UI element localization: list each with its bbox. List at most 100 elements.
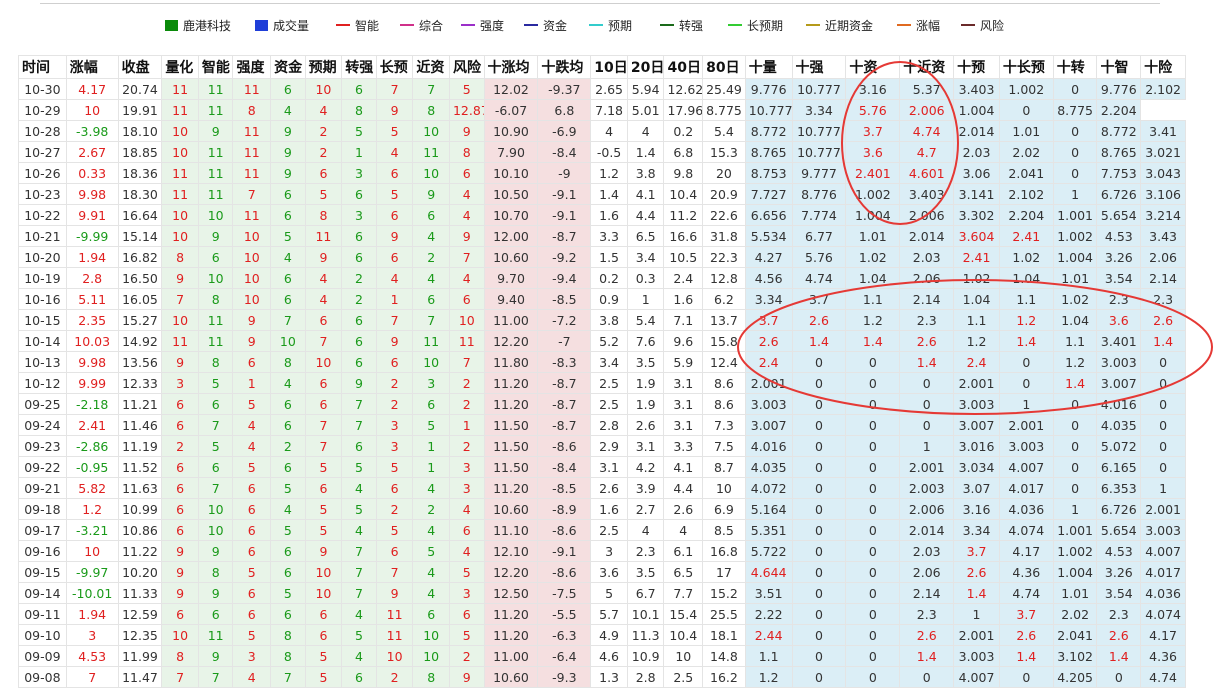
table-cell: 7.774: [791, 204, 847, 226]
column-header[interactable]: 预期: [304, 55, 343, 79]
table-row: 10-26 0.33 18.36 11 11 11 9 6 3 6 10 6 10.10 -9 1.2 3.8…: [18, 162, 1186, 184]
table-cell: 6: [161, 498, 199, 520]
table-cell: 2.102: [1140, 78, 1186, 100]
table-cell: 5: [412, 414, 450, 436]
legend-item[interactable]: 资金: [524, 14, 567, 36]
table-cell: 5: [232, 393, 272, 415]
table-cell: 9: [375, 330, 414, 352]
column-header[interactable]: 十预: [953, 55, 1000, 79]
column-header[interactable]: 十近资: [899, 55, 955, 79]
table-cell: 4: [375, 267, 414, 289]
column-header[interactable]: 长预: [375, 55, 414, 79]
legend-item[interactable]: 强度: [461, 14, 504, 36]
table-cell: 0: [791, 351, 847, 373]
table-cell: 12.02: [483, 78, 539, 100]
table-cell: 10: [412, 351, 450, 373]
table-cell: 3.43: [1140, 225, 1186, 247]
table-cell: -2.86: [65, 435, 119, 457]
table-cell: 7.7: [663, 582, 704, 604]
legend-label: 长预期: [747, 18, 784, 33]
table-cell: 9: [341, 372, 377, 394]
table-cell: 2.6: [1140, 309, 1186, 331]
column-header[interactable]: 涨幅: [65, 55, 119, 79]
column-header[interactable]: 智能: [197, 55, 234, 79]
legend-item[interactable]: 近期资金: [806, 14, 873, 36]
table-cell: 11: [304, 225, 343, 247]
table-cell: 5: [270, 225, 306, 247]
column-header[interactable]: 资金: [270, 55, 306, 79]
table-cell: 10: [232, 225, 272, 247]
table-cell: 2.6: [663, 498, 704, 520]
legend-label: 强度: [480, 18, 505, 33]
column-header[interactable]: 十资: [845, 55, 901, 79]
column-header[interactable]: 收盘: [117, 55, 163, 79]
table-cell: 12.8: [702, 267, 746, 289]
table-cell: 3.16: [953, 498, 1000, 520]
column-header[interactable]: 时间: [18, 55, 67, 79]
column-header[interactable]: 十长预: [998, 55, 1054, 79]
table-cell: 7: [161, 288, 199, 310]
table-cell: 0: [791, 582, 847, 604]
table-cell: 16.6: [663, 225, 704, 247]
column-header[interactable]: 十智: [1096, 55, 1142, 79]
table-row: 09-25 -2.18 11.21 6 6 5 6 6 7 2 6 2 11.20 -8.7 2.5 1.9 3…: [18, 393, 1186, 415]
column-header[interactable]: 强度: [232, 55, 272, 79]
column-header[interactable]: 20日: [626, 55, 665, 79]
table-cell: 11: [161, 99, 199, 121]
legend-item[interactable]: 鹿港科技: [165, 14, 231, 36]
table-cell: 1.9: [626, 372, 665, 394]
table-cell: 6: [341, 246, 377, 268]
table-cell: 10: [197, 519, 234, 541]
legend-item[interactable]: 风险: [961, 14, 1004, 36]
column-header[interactable]: 十涨均: [483, 55, 539, 79]
table-cell: 09-16: [18, 540, 67, 562]
table-cell: -0.95: [65, 456, 119, 478]
table-cell: 9: [232, 330, 272, 352]
table-cell: 6: [232, 498, 272, 520]
table-cell: 2.44: [744, 624, 793, 646]
legend-item[interactable]: 转强: [660, 14, 703, 36]
table-cell: 4: [412, 477, 450, 499]
table-cell: 3.07: [953, 477, 1000, 499]
table-cell: 10-13: [18, 351, 67, 373]
column-header[interactable]: 风险: [448, 55, 485, 79]
table-cell: 11: [412, 330, 450, 352]
table-cell: 1.04: [845, 267, 901, 289]
table-cell: 09-25: [18, 393, 67, 415]
table-cell: 1.02: [1052, 288, 1098, 310]
column-header[interactable]: 近资: [412, 55, 450, 79]
table-cell: 5.654: [1096, 204, 1142, 226]
table-cell: 9: [161, 351, 199, 373]
column-header[interactable]: 80日: [702, 55, 746, 79]
column-header[interactable]: 转强: [341, 55, 377, 79]
legend-item[interactable]: 涨幅: [897, 14, 940, 36]
column-header[interactable]: 40日: [663, 55, 704, 79]
column-header[interactable]: 十转: [1052, 55, 1098, 79]
column-header[interactable]: 量化: [161, 55, 199, 79]
table-cell: 5.534: [744, 225, 793, 247]
table-cell: 8.772: [744, 120, 793, 142]
column-header[interactable]: 10日: [590, 55, 628, 79]
column-header[interactable]: 十险: [1140, 55, 1186, 79]
table-cell: -8.4: [537, 456, 592, 478]
table-cell: 10: [270, 330, 306, 352]
table-cell: 6.9: [702, 498, 746, 520]
legend-item[interactable]: 预期: [589, 14, 632, 36]
column-header[interactable]: 十强: [791, 55, 847, 79]
table-cell: 3.007: [1096, 372, 1142, 394]
legend-item[interactable]: 综合: [400, 14, 443, 36]
table-cell: 3.003: [1140, 519, 1186, 541]
table-cell: 31.8: [702, 225, 746, 247]
table-cell: 2.4: [663, 267, 704, 289]
legend-item[interactable]: 智能: [336, 14, 379, 36]
legend-item[interactable]: 成交量: [255, 14, 309, 36]
table-cell: 3.043: [1140, 162, 1186, 184]
column-header[interactable]: 十跌均: [537, 55, 592, 79]
table-cell: 2.4: [744, 351, 793, 373]
table-cell: 9: [270, 120, 306, 142]
table-cell: 6: [412, 603, 450, 625]
legend-item[interactable]: 长预期: [728, 14, 783, 36]
table-cell: 0: [845, 351, 901, 373]
table-cell: 0: [1052, 477, 1098, 499]
column-header[interactable]: 十量: [744, 55, 793, 79]
